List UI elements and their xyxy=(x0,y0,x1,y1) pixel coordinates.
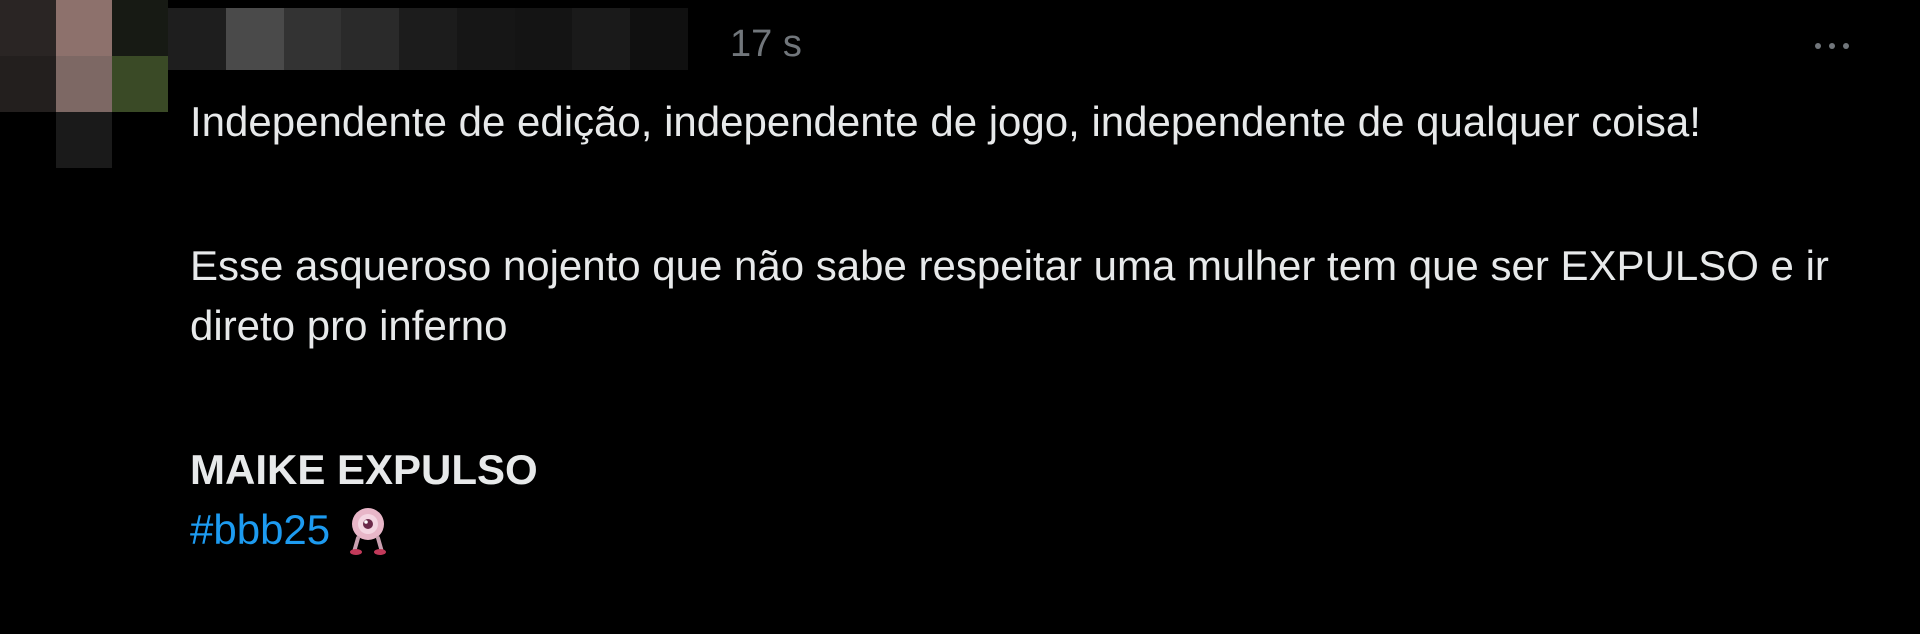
tweet-timestamp[interactable]: 17 s xyxy=(730,20,802,68)
hashtag-line: #bbb25 xyxy=(190,500,1850,560)
tweet-bold-line: MAIKE EXPULSO xyxy=(190,446,538,493)
avatar-pixel xyxy=(56,112,112,168)
avatar-pixel xyxy=(0,0,56,56)
hashtag-link[interactable]: #bbb25 xyxy=(190,500,330,560)
more-horizontal-icon xyxy=(1815,43,1849,49)
name-pixel xyxy=(630,8,689,70)
name-pixel xyxy=(572,8,631,70)
name-pixel xyxy=(168,8,226,70)
avatar-pixel xyxy=(0,112,56,168)
name-pixel xyxy=(399,8,457,70)
avatar-pixel xyxy=(56,56,112,112)
name-pixel xyxy=(514,8,573,70)
tweet-text: Independente de edição, independente de … xyxy=(190,92,1850,560)
name-pixel xyxy=(225,8,284,70)
name-pixel xyxy=(341,8,400,70)
more-options-button[interactable] xyxy=(1800,18,1864,74)
tweet-paragraph: Esse asqueroso nojento que não sabe resp… xyxy=(190,242,1829,349)
user-name-censored[interactable] xyxy=(168,8,689,70)
tweet-paragraph: Independente de edição, independente de … xyxy=(190,98,1701,145)
bbb-eye-hashflag-icon xyxy=(344,504,392,556)
avatar-pixel xyxy=(112,112,168,168)
tweet[interactable]: 17 s Independente de edição, independent… xyxy=(0,0,1920,634)
avatar-pixel xyxy=(112,0,168,56)
avatar-pixel xyxy=(112,56,168,112)
name-pixel xyxy=(283,8,342,70)
avatar[interactable] xyxy=(0,0,168,168)
avatar-pixel xyxy=(0,56,56,112)
name-pixel xyxy=(456,8,515,70)
avatar-pixel xyxy=(56,0,112,56)
